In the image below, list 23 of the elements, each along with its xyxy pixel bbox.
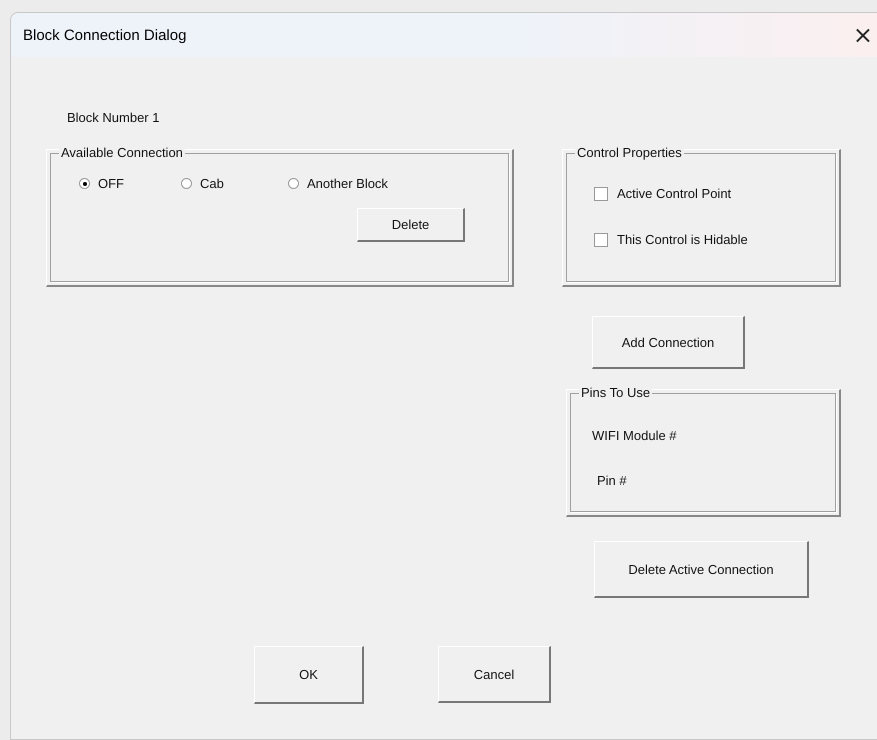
radio-button[interactable] (79, 178, 90, 189)
radio-button[interactable] (181, 178, 192, 189)
checkbox-label: This Control is Hidable (617, 232, 748, 247)
radio-label: Cab (200, 176, 224, 191)
frame-title: Available Connection (59, 145, 185, 160)
field-label: Pin # (597, 473, 628, 488)
close-button[interactable]: × (848, 23, 877, 47)
frame-title: Control Properties (575, 145, 684, 160)
radio-button[interactable] (288, 178, 299, 189)
delete-active-connection-button[interactable]: Delete Active Connection (594, 541, 809, 598)
cancel-button[interactable]: Cancel (438, 646, 551, 703)
delete-button[interactable]: Delete (357, 208, 465, 242)
radio-label: OFF (98, 176, 124, 191)
checkbox-label: Active Control Point (617, 186, 732, 201)
radio-label: Another Block (307, 176, 388, 191)
window-title: Block Connection Dialog (23, 26, 186, 44)
ok-button[interactable]: OK (254, 646, 364, 704)
checkbox[interactable] (594, 232, 608, 246)
frame-title: Pins To Use (579, 385, 652, 400)
block-number-label: Block Number 1 (67, 110, 160, 127)
field-label: WIFI Module # (592, 428, 678, 443)
add-connection-button[interactable]: Add Connection (592, 316, 745, 369)
checkbox[interactable] (594, 186, 608, 200)
